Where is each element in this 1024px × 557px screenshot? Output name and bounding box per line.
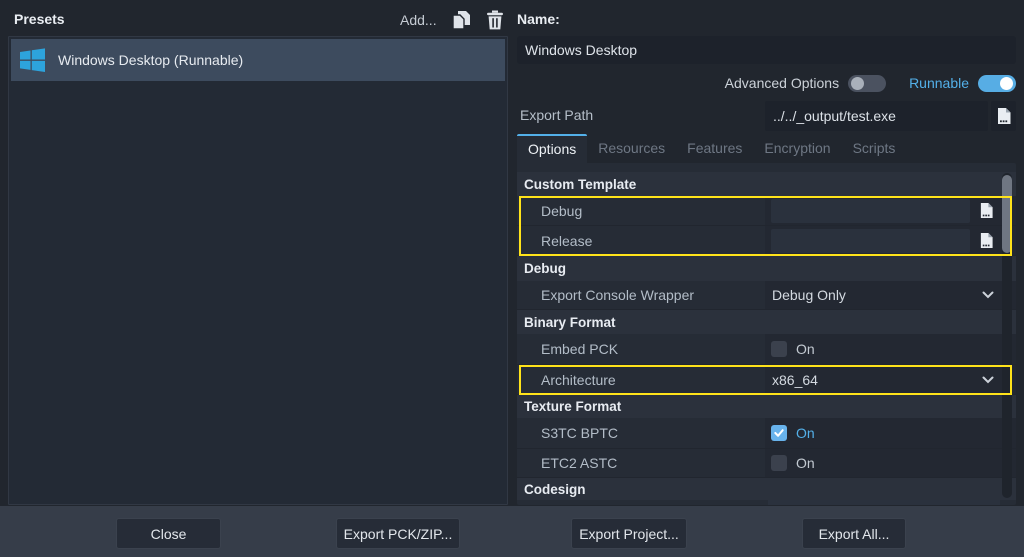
option-value: [765, 226, 1016, 255]
toggle-knob: [1000, 77, 1013, 90]
tab-features[interactable]: Features: [676, 134, 753, 163]
dropdown-value: x86_64: [771, 372, 818, 388]
export-all-button[interactable]: Export All...: [802, 518, 906, 549]
dropdown-value: Debug Only: [771, 287, 846, 303]
checkbox-label: On: [796, 425, 815, 441]
option-row-export-console-wrapper[interactable]: Export Console Wrapper Debug Only: [517, 281, 1016, 310]
section-label: Texture Format: [524, 399, 621, 414]
option-label: ETC2 ASTC: [517, 455, 765, 471]
options-panel: Custom Template Debug Release Debug: [517, 163, 1016, 505]
dialog-footer: Close Export PCK/ZIP... Export Project..…: [0, 506, 1024, 557]
copy-icon[interactable]: [451, 10, 471, 30]
option-label: S3TC BPTC: [517, 425, 765, 441]
preset-item-windows-desktop[interactable]: Windows Desktop (Runnable): [11, 39, 505, 81]
export-path-input[interactable]: [765, 101, 988, 131]
export-path-label: Export Path: [520, 107, 593, 123]
preset-item-label: Windows Desktop (Runnable): [58, 52, 243, 68]
option-label: Embed PCK: [517, 341, 765, 357]
add-preset-button[interactable]: Add...: [400, 12, 437, 28]
toggle-knob: [851, 77, 864, 90]
option-row-architecture[interactable]: Architecture x86_64: [517, 365, 1016, 395]
tab-options[interactable]: Options: [517, 134, 587, 163]
section-texture-format: Texture Format: [517, 395, 1016, 418]
option-label: Architecture: [517, 372, 765, 388]
advanced-options-label: Advanced Options: [725, 75, 839, 91]
release-template-field[interactable]: [771, 229, 970, 253]
option-row-embed-pck[interactable]: Embed PCK On: [517, 334, 1016, 365]
section-binary-format: Binary Format: [517, 310, 1016, 334]
trash-icon[interactable]: [485, 10, 505, 30]
file-icon[interactable]: [976, 201, 996, 221]
chevron-down-icon: [982, 291, 994, 299]
option-row-debug-template[interactable]: Debug: [517, 196, 1016, 226]
toggles-row: Advanced Options Runnable: [517, 70, 1016, 96]
section-custom-template: Custom Template: [517, 172, 1016, 196]
chevron-down-icon: [982, 376, 994, 384]
windows-logo-icon: [19, 47, 46, 74]
scrollbar-thumb[interactable]: [1002, 175, 1012, 253]
option-value: [765, 196, 1016, 225]
file-icon: [996, 107, 1012, 125]
option-value: On: [765, 418, 1016, 448]
advanced-options-toggle[interactable]: [848, 75, 886, 92]
runnable-label: Runnable: [909, 75, 969, 91]
option-label: Debug: [517, 203, 765, 219]
checkbox-label: On: [796, 341, 815, 357]
s3tc-bptc-checkbox[interactable]: [771, 425, 787, 441]
etc2-astc-checkbox[interactable]: [771, 455, 787, 471]
debug-template-field[interactable]: [771, 199, 970, 223]
runnable-toggle[interactable]: [978, 75, 1016, 92]
browse-path-button[interactable]: [991, 101, 1016, 131]
option-value: On: [765, 334, 1016, 364]
console-wrapper-dropdown[interactable]: Debug Only: [765, 281, 1016, 309]
export-dialog: Presets Add... Name:: [0, 0, 1024, 557]
section-label: Debug: [524, 261, 566, 276]
option-row-etc2-astc[interactable]: ETC2 ASTC On: [517, 449, 1016, 478]
section-debug: Debug: [517, 256, 1016, 281]
export-pck-button[interactable]: Export PCK/ZIP...: [336, 518, 460, 549]
options-scrollbar[interactable]: [1002, 173, 1012, 498]
embed-pck-checkbox[interactable]: [771, 341, 787, 357]
presets-title: Presets: [14, 11, 65, 27]
tab-scripts[interactable]: Scripts: [842, 134, 907, 163]
section-label: Binary Format: [524, 315, 616, 330]
section-label: Codesign: [524, 482, 586, 497]
name-label: Name:: [517, 11, 560, 27]
section-label: Custom Template: [524, 177, 636, 192]
option-label: Export Console Wrapper: [517, 287, 765, 303]
option-value: On: [765, 449, 1016, 477]
architecture-dropdown[interactable]: x86_64: [765, 365, 1016, 394]
tab-resources[interactable]: Resources: [587, 134, 676, 163]
option-label: Release: [517, 233, 765, 249]
export-project-button[interactable]: Export Project...: [571, 518, 687, 549]
file-icon[interactable]: [976, 231, 996, 251]
tab-encryption[interactable]: Encryption: [753, 134, 841, 163]
check-icon: [773, 427, 785, 439]
presets-list: Windows Desktop (Runnable): [8, 36, 508, 505]
option-row-s3tc-bptc[interactable]: S3TC BPTC On: [517, 418, 1016, 449]
tab-bar: Options Resources Features Encryption Sc…: [517, 134, 1016, 163]
section-codesign: Codesign: [517, 478, 1016, 500]
preset-name-input[interactable]: [517, 36, 1016, 64]
option-row-release-template[interactable]: Release: [517, 226, 1016, 256]
checkbox-label: On: [796, 455, 815, 471]
clipped-row: [517, 500, 1016, 505]
export-path-row: Export Path: [517, 101, 1016, 131]
close-button[interactable]: Close: [116, 518, 221, 549]
